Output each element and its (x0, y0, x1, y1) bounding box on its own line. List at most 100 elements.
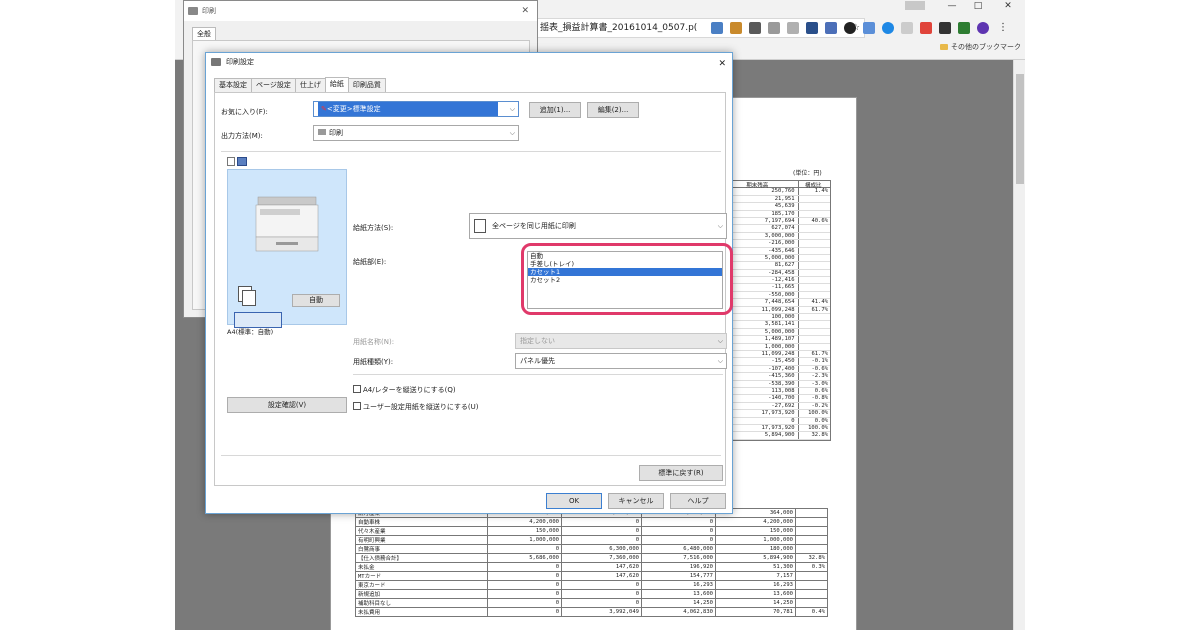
output-select[interactable]: 印刷 ⌵ (313, 125, 519, 141)
extension-icon[interactable] (920, 22, 932, 34)
extension-icon[interactable] (749, 22, 761, 34)
extension-icon[interactable] (806, 22, 818, 34)
ratio-value (799, 233, 830, 239)
add-button[interactable]: 追加(1)... (529, 102, 581, 118)
amount-cell: 5,894,900 (715, 553, 796, 563)
tab-paper-feed[interactable]: 給紙 (324, 77, 349, 92)
amount-cell: 150,000 (715, 526, 796, 536)
extension-icon[interactable] (939, 22, 951, 34)
output-label: 出力方法(M): (221, 132, 263, 140)
amount-cell: 7,360,000 (561, 553, 642, 563)
a4-portrait-feed-checkbox[interactable]: A4/レターを縦送りにする(Q) (353, 385, 456, 395)
ratio-value: 41.4% (811, 299, 828, 306)
extension-icon[interactable] (882, 22, 894, 34)
extension-icon[interactable] (825, 22, 837, 34)
dialog-close-button[interactable]: ✕ (718, 55, 726, 73)
portrait-icon[interactable] (227, 157, 235, 166)
scroll-thumb[interactable] (1016, 74, 1024, 184)
amount-cell: 154,777 (641, 571, 716, 581)
dialog-title: 印刷設定 (226, 58, 254, 66)
restore-defaults-button[interactable]: 標準に戻す(R) (639, 465, 723, 481)
amount-cell: 4,062,830 (641, 607, 716, 617)
amount-cell (795, 589, 828, 599)
ratio-value (799, 203, 830, 209)
menu-icon[interactable]: ⋮ (997, 22, 1009, 34)
tab-basic[interactable]: 基本設定 (214, 78, 252, 92)
tab-page[interactable]: ページ設定 (251, 78, 296, 92)
amount-cell (795, 544, 828, 554)
balance-row: -216,000 (720, 240, 830, 248)
ratio-value: 61.7% (811, 306, 828, 313)
extension-icon[interactable] (844, 22, 856, 34)
edit-button[interactable]: 編集(2)... (587, 102, 639, 118)
printer-view-icon[interactable] (237, 157, 247, 166)
tab-finishing[interactable]: 仕上げ (294, 78, 326, 92)
table-row: 新規追加 0 0 13,600 13,600 (355, 589, 828, 599)
scrollbar[interactable] (1013, 60, 1025, 630)
amount-cell: 0 (561, 526, 642, 536)
paper-type-select[interactable]: パネル優先 ⌵ (515, 353, 727, 369)
table-row: 有明町興業 1,000,000 0 0 1,000,000 (355, 535, 828, 545)
balance-row: 7,197,694 40.6% (720, 217, 830, 226)
checkbox-box[interactable] (353, 402, 361, 410)
ratio-value: 100.0% (808, 410, 828, 417)
amount-cell: 4,200,000 (487, 517, 562, 527)
balance-row: 5,000,000 (720, 328, 830, 337)
balance-row: 11,099,248 61.7% (720, 306, 830, 315)
table-row: 自動車株 4,200,000 0 0 4,200,000 (355, 517, 828, 527)
printer-icon (188, 7, 198, 15)
close-window-button[interactable]: ✕ (993, 0, 1023, 14)
ratio-value (799, 240, 830, 246)
extension-icon[interactable] (787, 22, 799, 34)
other-bookmarks[interactable]: その他のブックマーク (940, 42, 1021, 52)
amount-cell: 0 (561, 580, 642, 590)
extension-icon[interactable] (901, 22, 913, 34)
balance-row: -550,000 (720, 291, 830, 300)
account-name-cell: 有明町興業 (355, 535, 488, 545)
amount-cell: 3,992,049 (561, 607, 642, 617)
amount-cell: 0 (487, 607, 562, 617)
amount-cell: 0 (487, 598, 562, 608)
extension-icon[interactable] (711, 22, 723, 34)
account-name-cell: 代々木産業 (355, 526, 488, 536)
feed-method-select[interactable]: 全ページを同じ用紙に印刷 ⌵ (469, 213, 727, 239)
ratio-value (799, 262, 830, 268)
checkbox-box[interactable] (353, 385, 361, 393)
print-dialog-close[interactable]: ✕ (521, 1, 529, 21)
amount-cell: 147,620 (561, 562, 642, 572)
user-paper-portrait-feed-checkbox[interactable]: ユーザー設定用紙を縦送りにする(U) (353, 402, 479, 412)
profile-badge[interactable] (905, 1, 925, 10)
tab-quality[interactable]: 印刷品質 (347, 78, 386, 92)
divider (353, 374, 723, 375)
balance-row: 0 0.0% (720, 417, 830, 425)
table-row: MTカード 0 147,620 154,777 7,157 (355, 571, 828, 581)
amount-cell (795, 571, 828, 581)
table-row: 東京カード 0 0 16,293 16,293 (355, 580, 828, 590)
confirm-settings-button[interactable]: 設定確認(V) (227, 397, 347, 413)
ratio-value (799, 344, 830, 350)
chevron-down-icon: ⌵ (717, 357, 723, 365)
ok-button[interactable]: OK (546, 493, 602, 509)
extension-icon[interactable] (863, 22, 875, 34)
amount-cell: 0 (487, 571, 562, 581)
auto-button[interactable]: 自動 (292, 294, 340, 307)
chevron-down-icon: ⌵ (717, 222, 723, 230)
account-name-cell: 自動車株 (355, 517, 488, 527)
tab-general[interactable]: 全般 (192, 27, 216, 40)
balance-row: 1,000,000 (720, 343, 830, 351)
maximize-button[interactable]: □ (963, 0, 993, 14)
balance-row: 11,099,248 61.7% (720, 350, 830, 359)
account-name-cell: 補助科目なし (355, 598, 488, 608)
help-button[interactable]: ヘルプ (670, 493, 726, 509)
amount-cell (795, 517, 828, 527)
extension-icon[interactable] (730, 22, 742, 34)
balance-row: 250,760 1.4% (720, 188, 830, 196)
favorites-select[interactable]: ✎<変更>標準設定 ⌵ (313, 101, 519, 117)
balance-row: 21,951 (720, 195, 830, 204)
amount-cell (795, 535, 828, 545)
print-settings-dialog: 印刷設定 ✕ 基本設定 ページ設定 仕上げ 給紙 印刷品質 お気に入り(F): … (205, 52, 733, 514)
extension-icon[interactable] (977, 22, 989, 34)
extension-icon[interactable] (958, 22, 970, 34)
cancel-button[interactable]: キャンセル (608, 493, 664, 509)
extension-icon[interactable] (768, 22, 780, 34)
